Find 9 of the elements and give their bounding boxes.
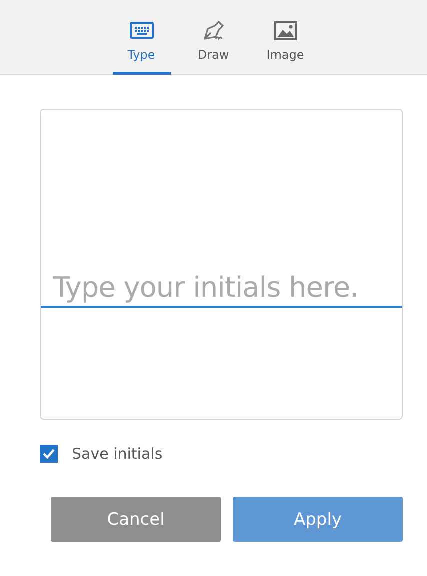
tab[interactable]: Draw <box>184 0 242 75</box>
keyboard-icon <box>130 20 154 42</box>
checkbox[interactable] <box>40 445 58 463</box>
tab[interactable]: Image <box>256 0 314 75</box>
checkbox-label: Save initials <box>72 445 163 463</box>
image-icon <box>274 20 298 42</box>
pen-icon <box>202 20 226 42</box>
cancel-button[interactable]: Cancel <box>51 497 221 542</box>
tab[interactable]: Type <box>112 0 170 75</box>
